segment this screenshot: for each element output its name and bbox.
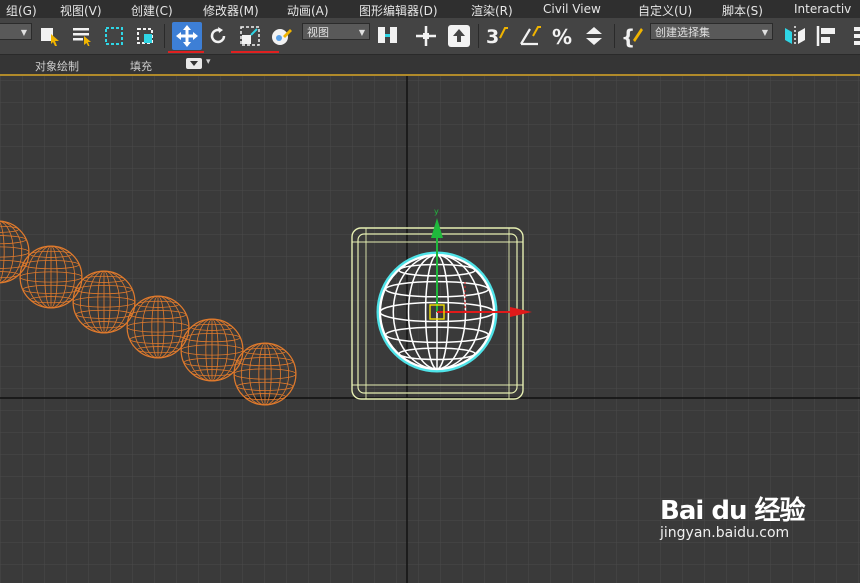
menu-civil-view[interactable]: Civil View xyxy=(543,2,601,16)
move-tool-annotation-underline xyxy=(168,51,204,53)
ribbon-tab-object-paint[interactable]: 对象绘制 xyxy=(35,58,79,74)
chevron-down-icon xyxy=(190,61,198,66)
select-and-move-button[interactable] xyxy=(172,22,202,50)
rotate-icon xyxy=(210,27,226,44)
keyboard-shortcut-icon xyxy=(448,25,470,47)
main-toolbar: ▼ 视图 ▼ 3 % {创建选择集 ▼ xyxy=(0,18,860,55)
align-button[interactable] xyxy=(815,24,839,48)
window-crossing-icon xyxy=(137,28,153,44)
named-selection-braces-icon: { xyxy=(621,25,643,48)
mirror-icon xyxy=(785,26,805,46)
layer-explorer-button[interactable] xyxy=(847,24,860,48)
chevron-down-icon: ▼ xyxy=(358,28,365,37)
chevron-down-icon: ▼ xyxy=(20,28,27,37)
window-crossing-button[interactable] xyxy=(134,24,158,48)
named-selection-set-value: 创建选择集 xyxy=(655,26,710,39)
snaps-toggle-button[interactable]: 3 xyxy=(485,24,509,48)
manipulate-crosshair-icon xyxy=(416,26,436,46)
mirror-button[interactable] xyxy=(783,24,807,48)
menu-animation[interactable]: 动画(A) xyxy=(287,2,329,19)
pivot-point-center-button[interactable] xyxy=(376,24,400,48)
place-object-icon xyxy=(272,29,292,45)
select-by-name-button[interactable] xyxy=(70,24,94,48)
pivot-center-icon xyxy=(378,27,397,43)
menu-create[interactable]: 创建(C) xyxy=(131,2,173,19)
watermark-url: jingyan.baidu.com xyxy=(660,525,790,541)
spinner-snap-icon xyxy=(586,27,602,45)
select-and-place-button[interactable] xyxy=(270,24,294,48)
keyboard-shortcut-override-button[interactable] xyxy=(447,24,471,48)
toolbar-separator xyxy=(164,24,165,48)
select-and-manipulate-button[interactable] xyxy=(414,24,438,48)
toolbar-separator xyxy=(614,24,615,48)
select-and-rotate-button[interactable] xyxy=(206,24,230,48)
snap-3-icon: 3 xyxy=(486,26,508,48)
ribbon-minimize-button[interactable] xyxy=(186,58,202,69)
percent-snap-icon: % xyxy=(552,25,572,48)
baidu-watermark: Bai du 经验 jingyan.baidu.com xyxy=(660,490,805,541)
select-object-icon xyxy=(41,28,59,46)
reference-coordinate-value: 视图 xyxy=(307,26,329,39)
menu-bar: 组(G) 视图(V) 创建(C) 修改器(M) 动画(A) 图形编辑器(D) 渲… xyxy=(0,0,860,18)
scale-tool-annotation-underline xyxy=(231,51,279,53)
chevron-down-icon: ▼ xyxy=(761,28,768,37)
reference-coordinate-dropdown[interactable]: 视图 ▼ xyxy=(302,23,370,40)
svg-text:y: y xyxy=(434,207,439,216)
rectangular-selection-button[interactable] xyxy=(102,24,126,48)
toolbar-separator xyxy=(478,24,479,48)
layer-explorer-icon xyxy=(854,27,860,45)
ribbon-tab-populate[interactable]: 填充 xyxy=(130,58,152,74)
align-icon xyxy=(816,26,835,46)
select-and-scale-button[interactable] xyxy=(238,24,262,48)
menu-scripting[interactable]: 脚本(S) xyxy=(722,2,763,19)
named-selection-set-dropdown[interactable]: 创建选择集 ▼ xyxy=(650,23,773,40)
menu-customize[interactable]: 自定义(U) xyxy=(638,2,692,19)
ribbon-options-chevron-icon[interactable]: ▾ xyxy=(206,57,211,67)
ribbon-bar: 对象绘制 填充 ▾ xyxy=(0,55,860,76)
menu-graph-editors[interactable]: 图形编辑器(D) xyxy=(359,2,438,19)
edit-named-selection-button[interactable]: { xyxy=(620,24,644,48)
spinner-snap-toggle-button[interactable] xyxy=(582,24,606,48)
selection-filter-dropdown[interactable]: ▼ xyxy=(0,23,32,40)
svg-text:{: { xyxy=(621,25,635,48)
menu-group[interactable]: 组(G) xyxy=(6,2,37,19)
percent-snap-toggle-button[interactable]: % xyxy=(551,24,575,48)
angle-snap-toggle-button[interactable] xyxy=(518,24,542,48)
menu-interactive[interactable]: Interactiv xyxy=(794,2,851,16)
watermark-brand: Bai du 经验 xyxy=(660,496,805,526)
rectangular-selection-icon xyxy=(105,27,123,45)
move-arrows-icon xyxy=(176,25,198,47)
svg-text:%: % xyxy=(552,25,572,48)
scale-icon xyxy=(240,26,260,46)
select-object-button[interactable] xyxy=(38,24,62,48)
menu-view[interactable]: 视图(V) xyxy=(60,2,102,19)
menu-modifiers[interactable]: 修改器(M) xyxy=(203,2,259,19)
select-by-name-icon xyxy=(73,28,91,46)
menu-rendering[interactable]: 渲染(R) xyxy=(471,2,513,19)
angle-snap-icon xyxy=(520,26,541,46)
svg-text:3: 3 xyxy=(486,26,499,48)
